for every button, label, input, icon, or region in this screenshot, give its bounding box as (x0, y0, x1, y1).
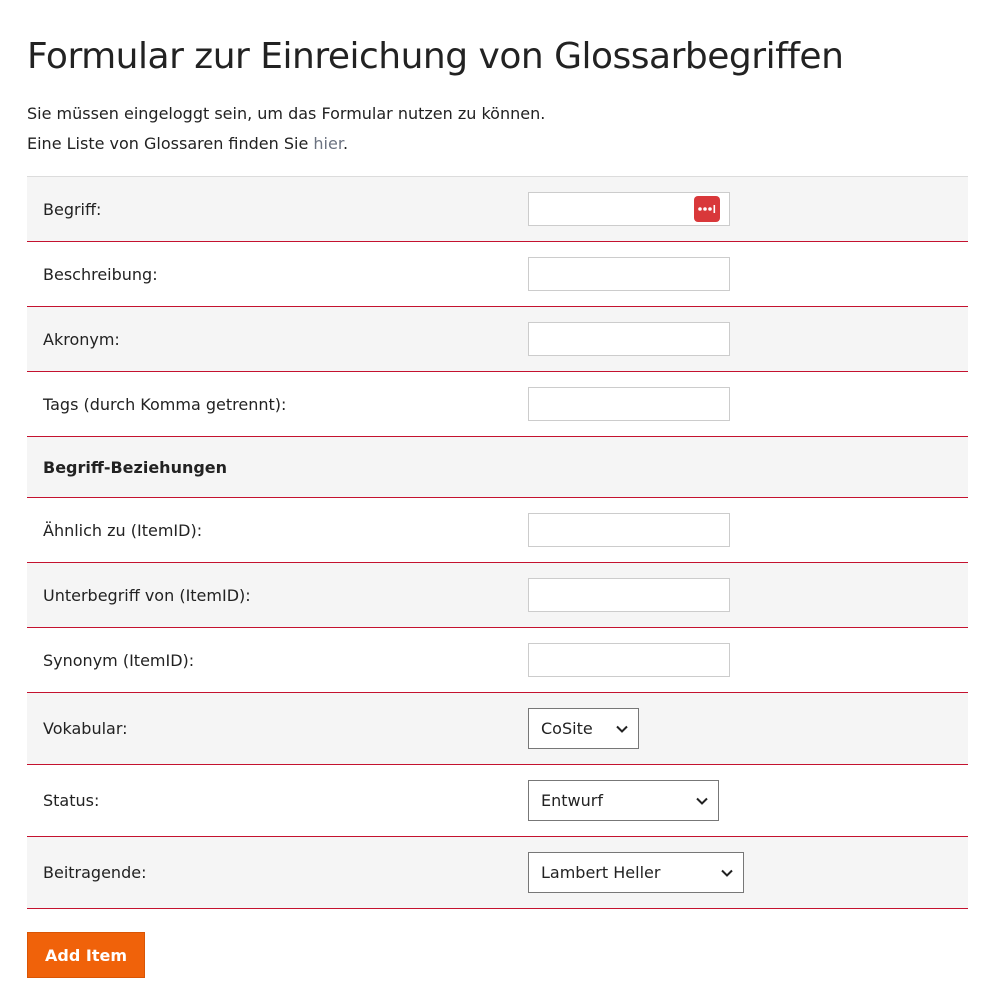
similar-input[interactable] (528, 513, 730, 547)
add-item-button[interactable]: Add Item (27, 932, 145, 978)
glossary-list-prefix: Eine Liste von Glossaren finden Sie (27, 134, 314, 153)
contributors-cell: Lambert Heller (528, 836, 968, 909)
glossary-list-link[interactable]: hier (313, 134, 343, 153)
row-relations-heading: Begriff-Beziehungen (27, 436, 968, 498)
synonym-label: Synonym (ItemID): (27, 627, 528, 693)
tags-cell (528, 371, 968, 437)
term-label: Begriff: (27, 176, 528, 242)
contributors-select[interactable]: Lambert Heller (528, 852, 744, 893)
status-selected-value: Entwurf (541, 791, 603, 810)
row-acronym: Akronym: (27, 306, 968, 372)
row-contributors: Beitragende: Lambert Heller (27, 836, 968, 909)
row-description: Beschreibung: (27, 241, 968, 307)
term-cell (528, 176, 968, 242)
subterm-cell (528, 562, 968, 628)
password-manager-icon[interactable] (694, 196, 720, 222)
glossary-list-suffix: . (342, 134, 349, 153)
contributors-selected-value: Lambert Heller (541, 863, 661, 882)
row-similar: Ähnlich zu (ItemID): (27, 497, 968, 563)
acronym-cell (528, 306, 968, 372)
row-vocabulary: Vokabular: CoSite (27, 692, 968, 765)
status-label: Status: (27, 764, 528, 837)
tags-label: Tags (durch Komma getrennt): (27, 371, 528, 437)
glossary-form: Begriff: Beschreibung: Akronym: Tags (du… (27, 176, 968, 909)
similar-cell (528, 497, 968, 563)
acronym-input[interactable] (528, 322, 730, 356)
row-tags: Tags (durch Komma getrennt): (27, 371, 968, 437)
relations-heading: Begriff-Beziehungen (27, 436, 968, 498)
row-status: Status: Entwurf (27, 764, 968, 837)
chevron-down-icon (696, 797, 708, 805)
status-cell: Entwurf (528, 764, 968, 837)
similar-label: Ähnlich zu (ItemID): (27, 497, 528, 563)
glossary-list-notice: Eine Liste von Glossaren finden Sie hier… (27, 129, 545, 159)
intro-text: Sie müssen eingeloggt sein, um das Formu… (27, 99, 545, 159)
chevron-down-icon (721, 869, 733, 877)
row-subterm: Unterbegriff von (ItemID): (27, 562, 968, 628)
description-cell (528, 241, 968, 307)
acronym-label: Akronym: (27, 306, 528, 372)
description-label: Beschreibung: (27, 241, 528, 307)
description-input[interactable] (528, 257, 730, 291)
contributors-label: Beitragende: (27, 836, 528, 909)
row-synonym: Synonym (ItemID): (27, 627, 968, 693)
page-title: Formular zur Einreichung von Glossarbegr… (27, 36, 844, 77)
login-notice: Sie müssen eingeloggt sein, um das Formu… (27, 104, 546, 123)
term-input-wrapper (528, 192, 730, 226)
vocabulary-label: Vokabular: (27, 692, 528, 765)
status-select[interactable]: Entwurf (528, 780, 719, 821)
synonym-input[interactable] (528, 643, 730, 677)
chevron-down-icon (616, 725, 628, 733)
subterm-label: Unterbegriff von (ItemID): (27, 562, 528, 628)
subterm-input[interactable] (528, 578, 730, 612)
row-term: Begriff: (27, 176, 968, 242)
vocabulary-cell: CoSite (528, 692, 968, 765)
tags-input[interactable] (528, 387, 730, 421)
vocabulary-select[interactable]: CoSite (528, 708, 639, 749)
vocabulary-selected-value: CoSite (541, 719, 593, 738)
synonym-cell (528, 627, 968, 693)
